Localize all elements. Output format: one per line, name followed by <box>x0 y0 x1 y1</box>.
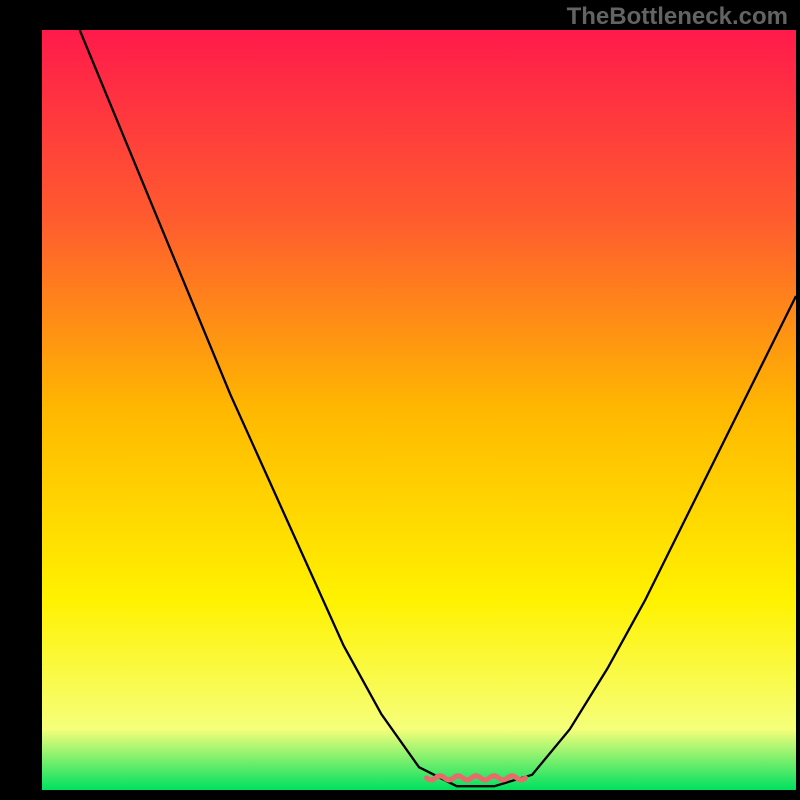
bottleneck-chart <box>0 0 800 800</box>
chart-frame: TheBottleneck.com <box>0 0 800 800</box>
plot-background <box>42 30 796 790</box>
watermark-text: TheBottleneck.com <box>567 3 788 31</box>
